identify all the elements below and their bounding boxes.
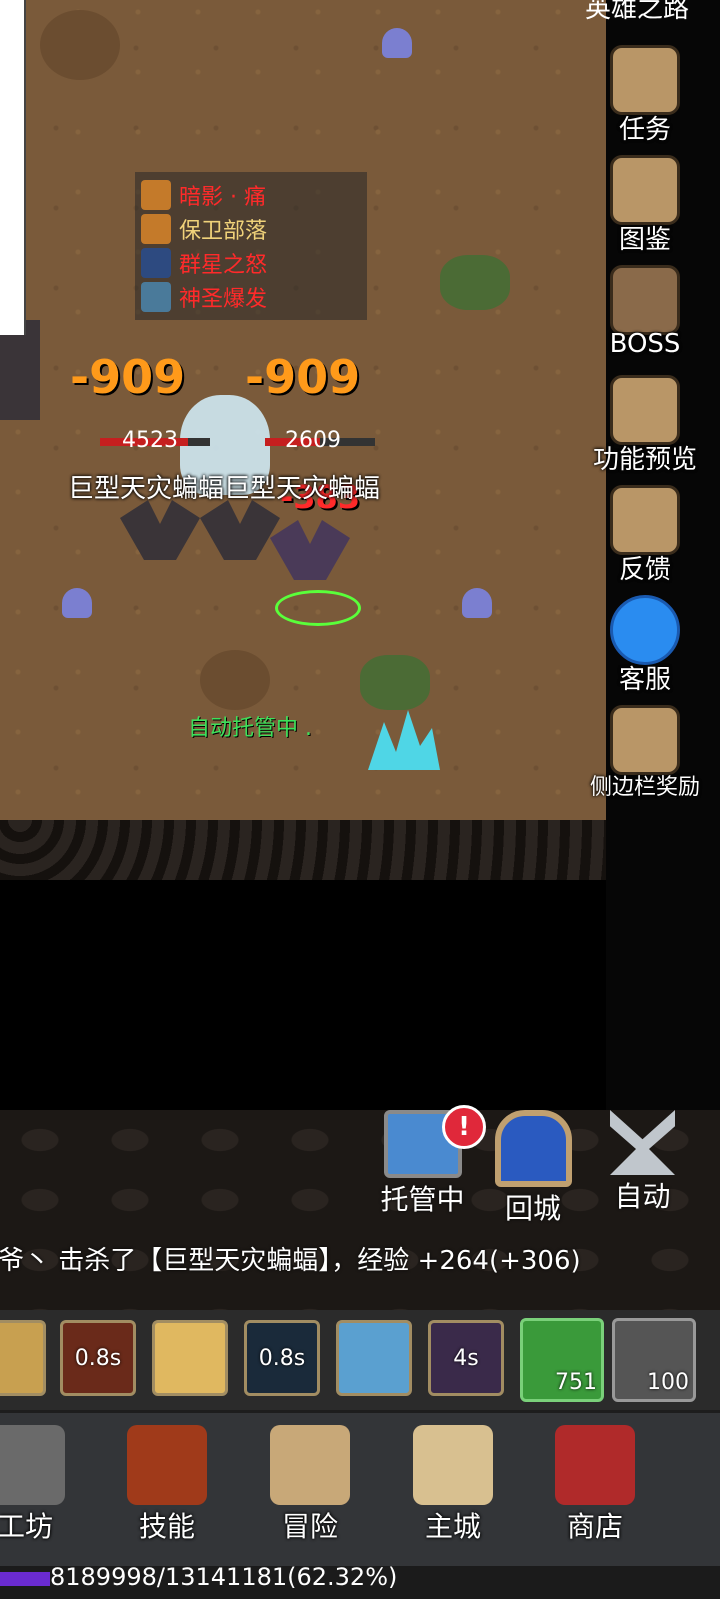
side-button-feedback[interactable]: 反馈 [590,485,700,586]
damage-number: -909 [70,350,186,404]
skill-slot[interactable]: 4s [428,1320,504,1396]
buff-label: 暗影 · 痛 [179,185,266,210]
skill-cooldown: 0.8s [258,1345,306,1371]
side-button-quest[interactable]: 任务 [590,45,700,146]
adventure-map-icon [270,1425,350,1505]
map-rock-border [0,820,620,880]
mob-name: 巨型天灾蝙蝠巨型天灾蝙蝠 [68,474,381,504]
hero-path-label[interactable]: 英雄之路 [585,0,689,25]
side-button-label: 客服 [618,665,671,695]
xp-bar-fill [0,1572,50,1586]
nav-workshop[interactable]: 工坊 [0,1425,80,1545]
shop-icon [555,1425,635,1505]
auto-label: 自动 [614,1180,671,1213]
skill-slot[interactable]: 0.8s [60,1320,136,1396]
boss-skull-icon [610,265,680,335]
alert-badge: ! [442,1105,486,1149]
mushroom-icon [462,588,492,618]
xp-text: 8189998/13141181(62.32%) [50,1563,398,1591]
buff-row: 群星之怒 [141,246,361,280]
damage-number: -909 [245,350,361,404]
quest-scroll-icon [610,45,680,115]
item-count: 100 [647,1370,689,1395]
return-town-button[interactable]: 回城 [488,1110,578,1227]
side-button-label: 图鉴 [618,225,671,255]
workshop-icon [0,1425,65,1505]
buff-row: 暗影 · 痛 [141,178,361,212]
buff-row: 神圣爆发 [141,280,361,314]
skill-cooldown: 0.8s [74,1345,122,1371]
reward-bag-icon [610,705,680,775]
side-button-sidebar-reward[interactable]: 侧边栏奖励 [580,705,710,801]
plant-decoration [360,655,430,710]
item-count: 751 [555,1370,597,1395]
nav-label: 商店 [566,1510,623,1543]
bat-enemy[interactable] [0,320,40,420]
item-slot-potion[interactable]: 100 [612,1318,696,1402]
support-chat-icon [610,595,680,665]
nav-label: 冒险 [281,1510,338,1543]
castle-icon [413,1425,493,1505]
nav-main-city[interactable]: 主城 [398,1425,508,1545]
side-button-label: 功能预览 [592,445,697,475]
skill-slot[interactable] [0,1320,46,1396]
rock-decoration [200,650,270,710]
rock-decoration [40,10,120,80]
buff-label: 群星之怒 [179,253,268,278]
feedback-envelope-icon [610,485,680,555]
plant-decoration [440,255,510,310]
portal-icon [494,1110,572,1187]
skill-slot[interactable]: 0.8s [244,1320,320,1396]
crossed-swords-icon [610,1110,675,1175]
side-button-support[interactable]: 客服 [590,595,700,696]
side-button-boss[interactable]: BOSS [590,265,700,359]
target-ring [275,590,361,626]
buff-label: 神圣爆发 [179,287,268,312]
mob-hp-bar: 4523 [100,428,210,453]
mob-hp-value: 4523 [122,428,178,453]
side-button-label: 任务 [618,115,671,145]
preview-scroll-icon [610,375,680,445]
return-label: 回城 [504,1192,561,1225]
auto-button[interactable]: 自动 [600,1110,685,1215]
buff-row: 保卫部落 [141,212,361,246]
mob-hp-bar: 2609 [265,428,375,453]
buff-list: 暗影 · 痛 保卫部落 群星之怒 神圣爆发 [135,172,367,320]
nav-label: 技能 [138,1510,195,1543]
codex-book-icon [610,155,680,225]
nav-label: 工坊 [0,1510,53,1543]
nav-adventure[interactable]: 冒险 [255,1425,365,1545]
side-button-label: BOSS [609,329,681,359]
nav-shop[interactable]: 商店 [540,1425,650,1545]
nav-label: 主城 [424,1510,481,1543]
notification-thumbnail[interactable] [0,0,26,335]
star-wrath-icon [141,248,171,278]
skill-book-icon [127,1425,207,1505]
kill-log: 爷丶 击杀了【巨型天灾蝙蝠】，经验 +264(+306) [0,1246,581,1276]
skill-slot[interactable] [336,1320,412,1396]
side-button-preview[interactable]: 功能预览 [590,375,700,476]
shadow-pain-icon [141,180,171,210]
skill-slot[interactable] [152,1320,228,1396]
mushroom-icon [62,588,92,618]
tribe-guard-icon [141,214,171,244]
auto-status-text: 自动托管中 . [188,716,312,741]
side-button-label: 反馈 [618,555,671,585]
holy-burst-icon [141,282,171,312]
side-button-label: 侧边栏奖励 [589,775,700,800]
mushroom-icon [382,28,412,58]
item-slot-food[interactable]: 751 [520,1318,604,1402]
mob-hp-value: 2609 [285,428,341,453]
buff-label: 保卫部落 [179,219,268,244]
host-label: 托管中 [380,1183,465,1216]
side-button-codex[interactable]: 图鉴 [590,155,700,256]
nav-skills[interactable]: 技能 [112,1425,222,1545]
skill-cooldown: 4s [453,1345,479,1371]
